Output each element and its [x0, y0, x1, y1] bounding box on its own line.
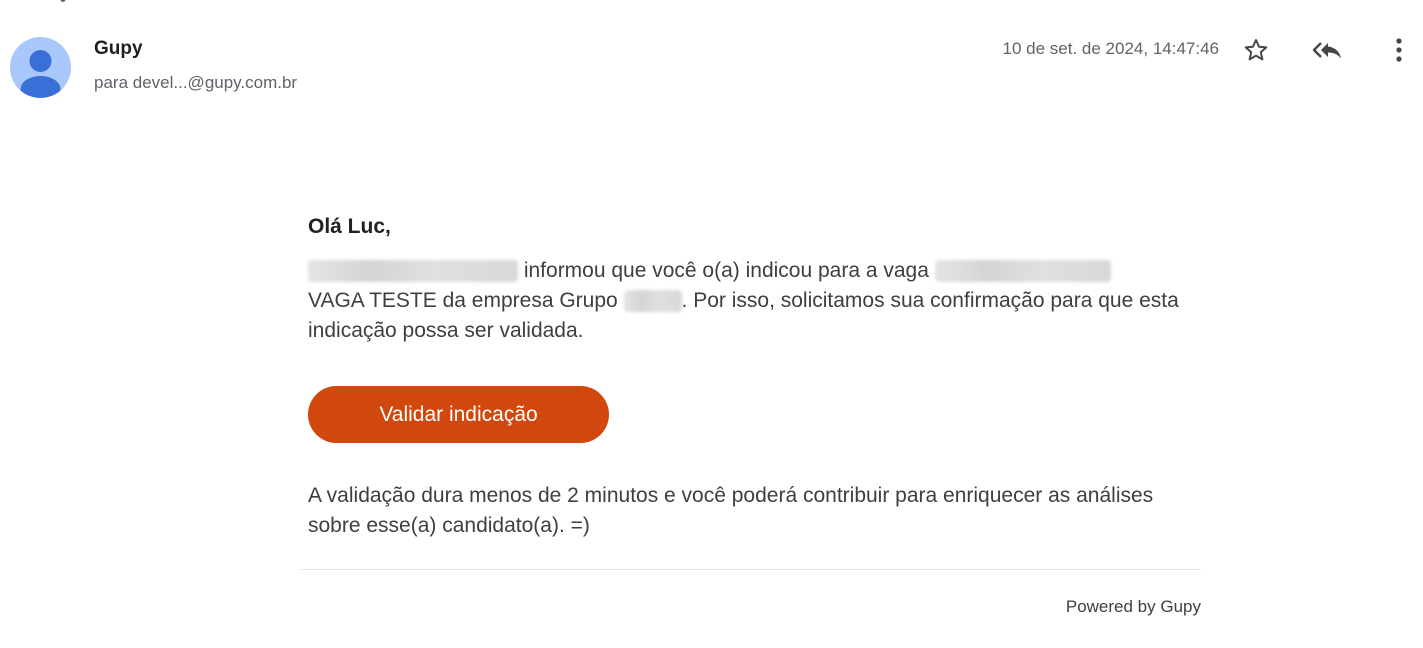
more-options-button[interactable] [1383, 34, 1415, 66]
intro-paragraph: informou que você o(a) indicou para a va… [308, 256, 1188, 346]
validate-referral-button[interactable]: Validar indicação [308, 386, 609, 443]
redacted-company [623, 290, 682, 313]
more-vert-icon [1396, 38, 1402, 62]
sender-name: Gupy [94, 38, 143, 59]
reply-all-button[interactable] [1311, 34, 1343, 66]
greeting: Olá Luc, [308, 215, 391, 238]
person-avatar-icon [20, 50, 61, 98]
intro-text-1: informou que você o(a) indicou para a va… [518, 259, 935, 282]
message-body: Olá Luc, informou que você o(a) indicou … [308, 212, 1188, 541]
star-button[interactable] [1240, 34, 1272, 66]
powered-by[interactable]: Powered by Gupy [1066, 597, 1201, 617]
message-date: 10 de set. de 2024, 14:47:46 [1002, 39, 1219, 58]
sender-avatar[interactable] [10, 37, 71, 98]
intro-text-2: VAGA TESTE da empresa Grupo [308, 289, 624, 312]
redacted-job-title [934, 260, 1111, 283]
redacted-name [308, 260, 518, 283]
footer-divider [300, 569, 1201, 570]
cropped-glyph [60, 0, 66, 2]
recipient-line[interactable]: para devel...@gupy.com.br [94, 73, 297, 93]
info-paragraph: A validação dura menos de 2 minutos e vo… [308, 484, 1154, 537]
reply-all-icon [1312, 42, 1341, 59]
star-icon [1244, 39, 1268, 61]
email-view: Gupy para devel...@gupy.com.br 10 de set… [0, 0, 1423, 648]
